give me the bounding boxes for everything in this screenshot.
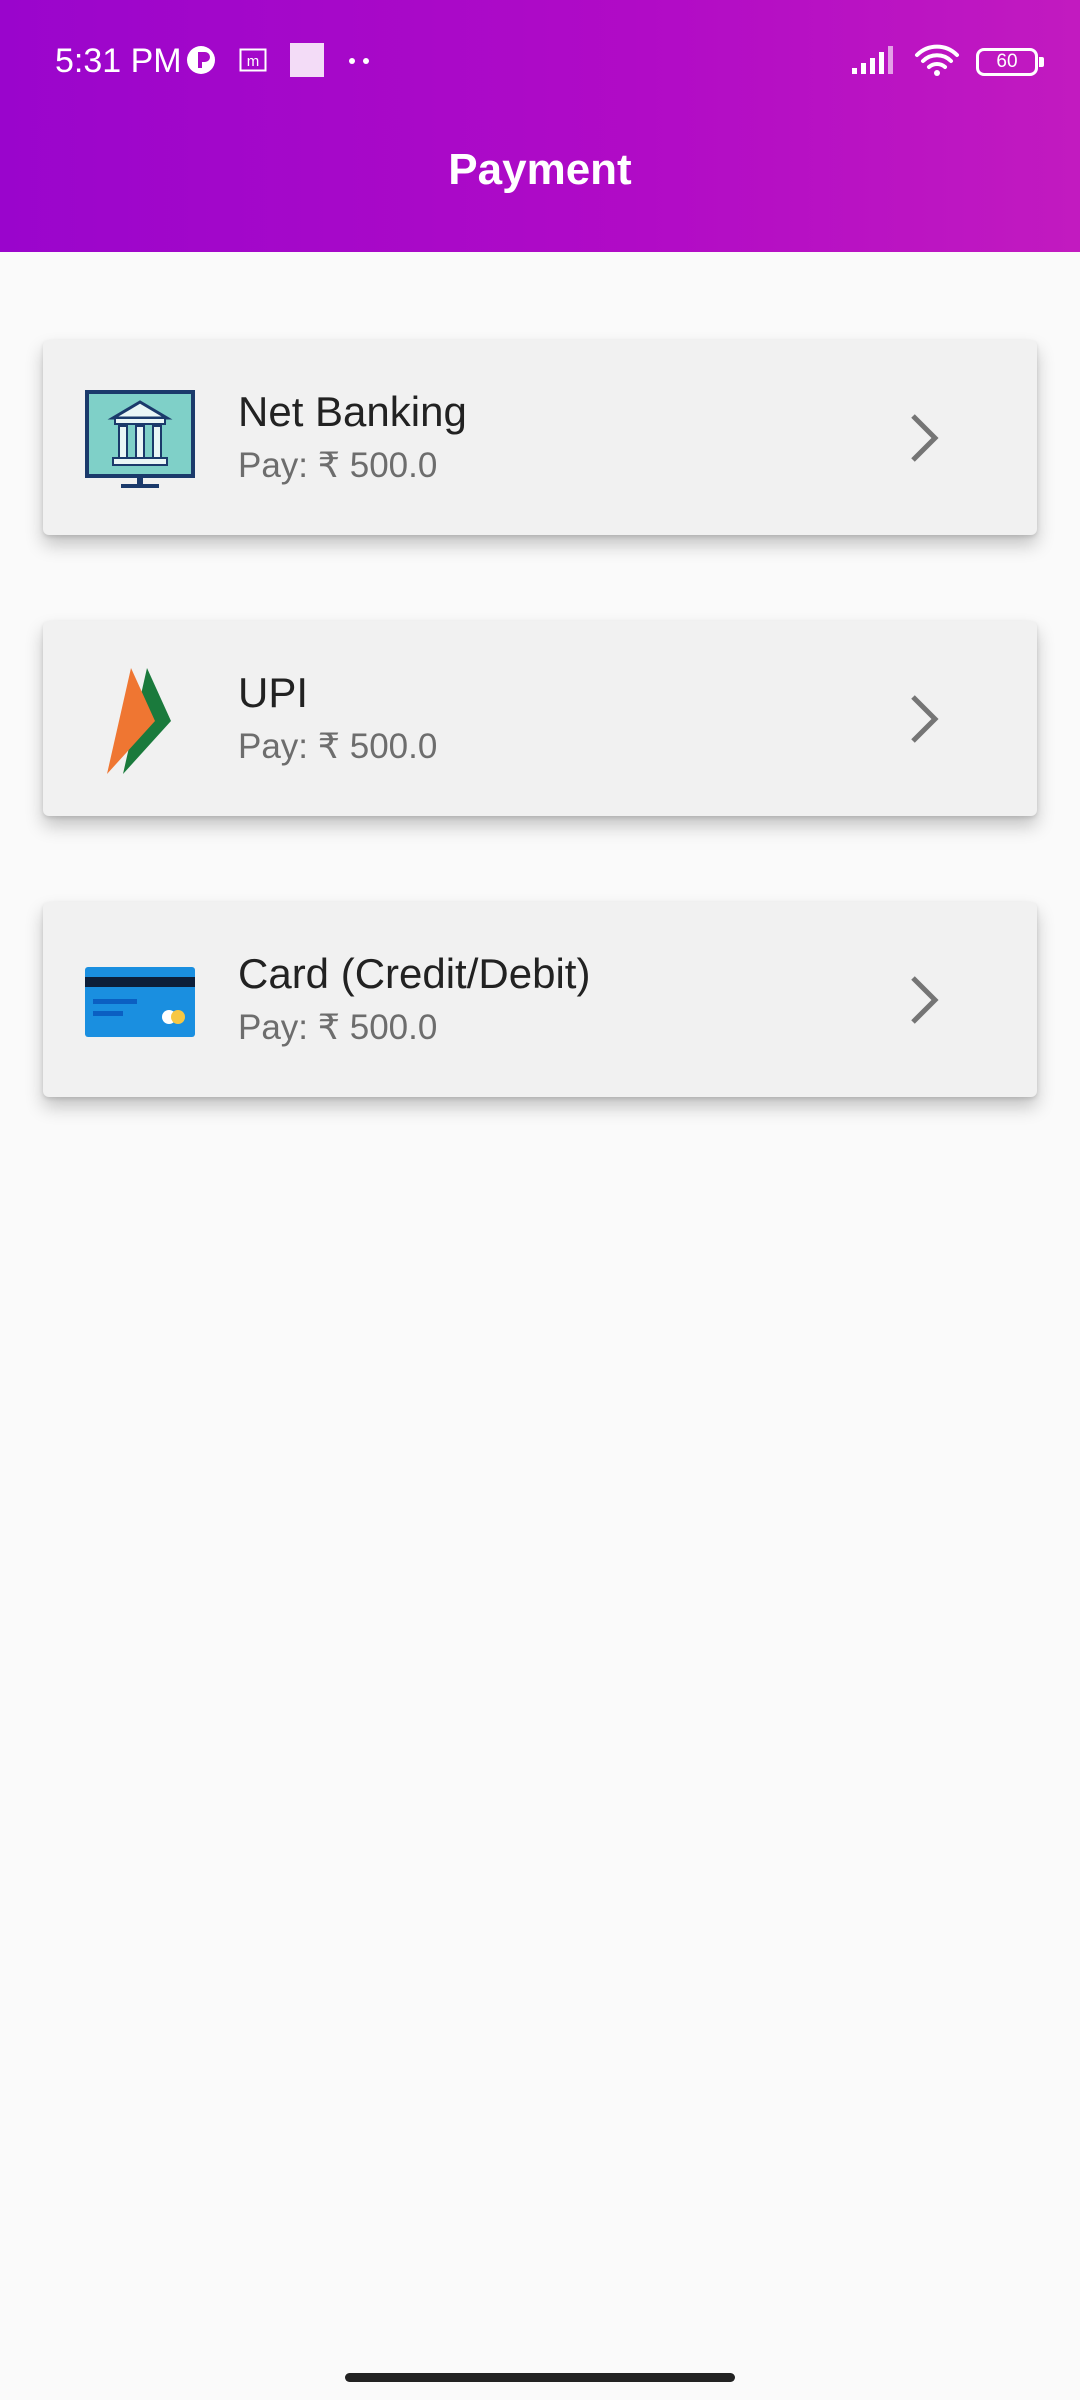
status-bar: 5:31 PM m 60 xyxy=(0,0,1080,120)
notification-p-icon xyxy=(185,44,217,81)
net-banking-option[interactable]: Net Banking Pay: ₹ 500.0 xyxy=(43,340,1037,535)
upi-icon xyxy=(85,668,195,774)
chevron-right-icon xyxy=(893,970,953,1030)
page-title: Payment xyxy=(448,145,632,194)
credit-card-icon xyxy=(85,952,195,1052)
upi-option[interactable]: UPI Pay: ₹ 500.0 xyxy=(43,621,1037,816)
wifi-icon xyxy=(914,43,960,82)
chevron-right-icon xyxy=(893,689,953,749)
chevron-right-icon xyxy=(893,408,953,468)
card-option[interactable]: Card (Credit/Debit) Pay: ₹ 500.0 xyxy=(43,902,1037,1097)
signal-icon xyxy=(850,44,898,81)
method-name: UPI xyxy=(238,669,309,716)
payment-method-list: Net Banking Pay: ₹ 500.0 UPI Pay: ₹ 500.… xyxy=(43,340,1037,1183)
app-header: 5:31 PM m 60 Payment xyxy=(0,0,1080,252)
method-amount: Pay: ₹ 500.0 xyxy=(238,446,438,485)
method-name: Card (Credit/Debit) xyxy=(238,950,591,997)
more-dots-icon xyxy=(347,53,371,71)
battery-level: 60 xyxy=(996,51,1018,72)
home-indicator[interactable] xyxy=(345,2373,735,2382)
square-notification-icon xyxy=(289,42,325,83)
status-notification-icons: m xyxy=(185,42,371,82)
bank-icon xyxy=(85,390,195,490)
svg-text:m: m xyxy=(247,53,260,70)
status-system-icons: 60 xyxy=(850,42,1044,82)
method-amount: Pay: ₹ 500.0 xyxy=(238,1008,438,1047)
status-time: 5:31 PM xyxy=(55,42,182,80)
method-amount: Pay: ₹ 500.0 xyxy=(238,727,438,766)
method-name: Net Banking xyxy=(238,388,467,435)
app-m-icon: m xyxy=(239,48,267,77)
battery-icon: 60 xyxy=(976,48,1044,76)
